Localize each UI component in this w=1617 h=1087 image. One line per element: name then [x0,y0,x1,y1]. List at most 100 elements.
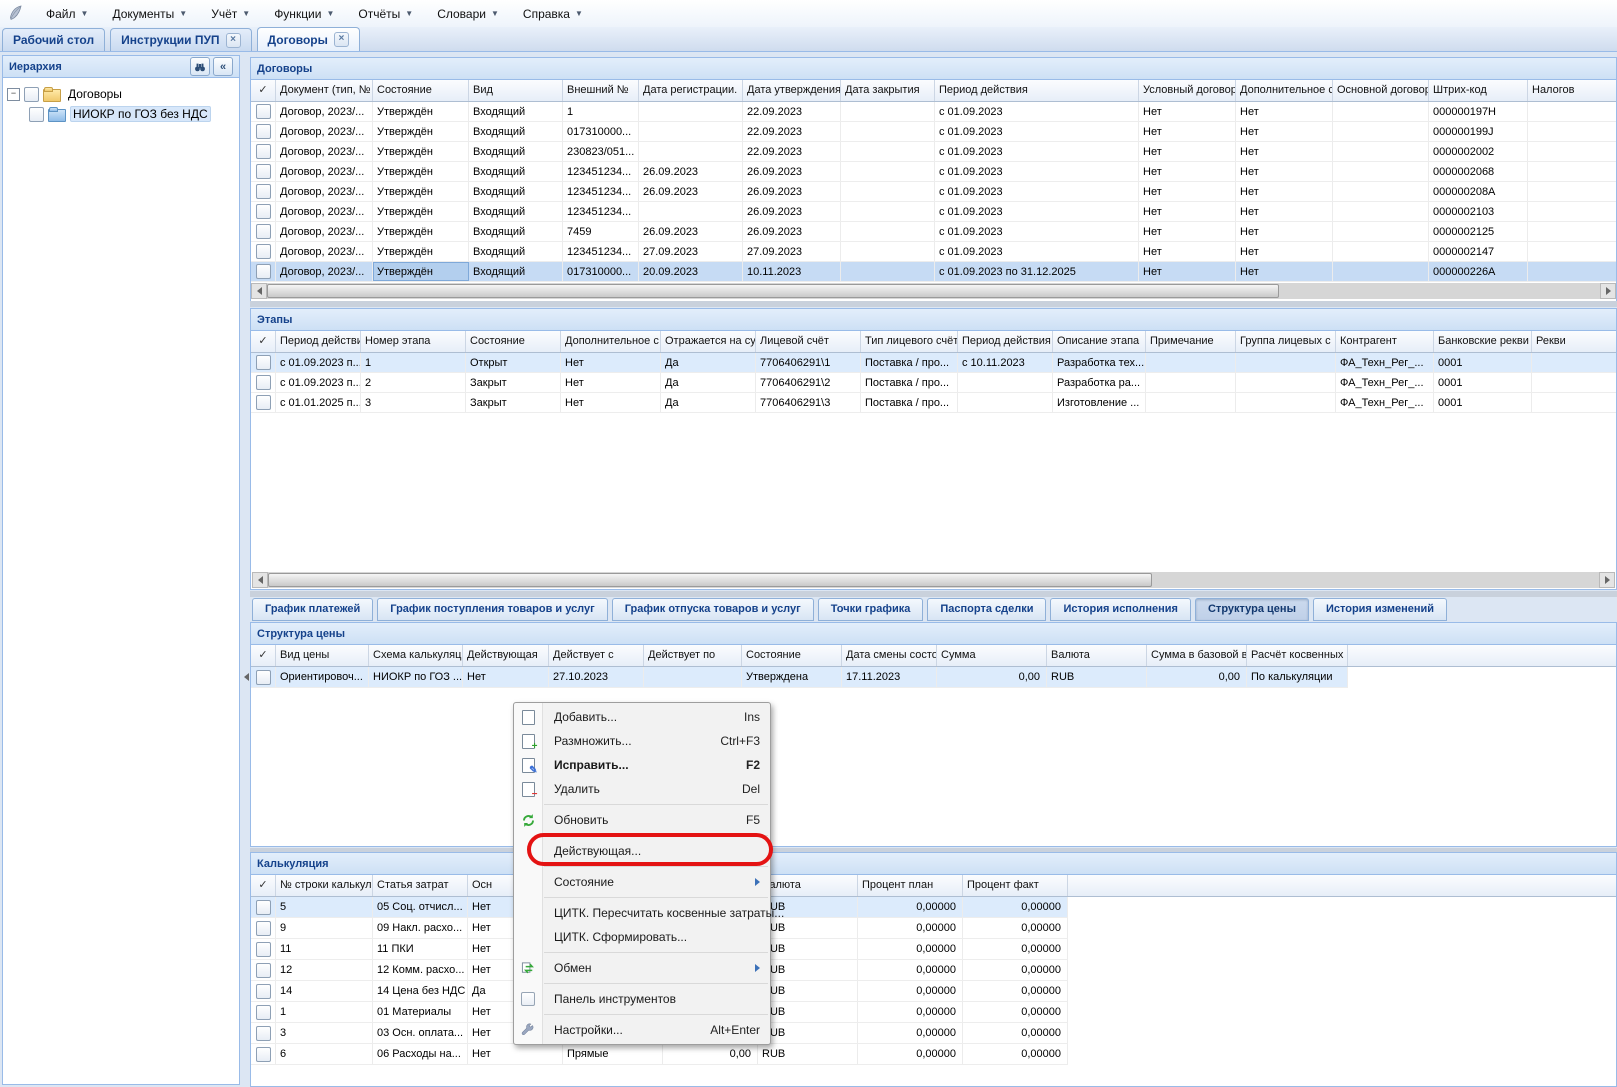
grid-cell[interactable] [639,142,743,161]
grid-cell[interactable]: Поставка / про... [861,393,958,412]
grid-cell[interactable] [1146,393,1236,412]
grid-cell[interactable]: 3 [276,1023,373,1043]
grid-cell[interactable] [841,102,935,121]
row-checkbox[interactable] [256,184,271,199]
grid-cell[interactable]: 22.09.2023 [743,142,841,161]
grid-cell[interactable] [1146,373,1236,392]
detail-tab[interactable]: История исполнения [1050,598,1191,621]
column-header[interactable]: Период действия.. [276,331,361,352]
grid-cell[interactable]: Поставка / про... [861,373,958,392]
row-checkbox[interactable] [256,264,271,279]
grid-cell[interactable]: 27.10.2023 [549,667,644,687]
grid-cell[interactable]: 26.09.2023 [743,202,841,221]
grid-cell[interactable]: Да [661,353,756,372]
context-menu-item[interactable]: Действующая... [514,839,770,863]
tree-checkbox[interactable] [29,107,44,122]
grid-cell[interactable]: 26.09.2023 [743,182,841,201]
grid-cell[interactable]: 01 Материалы [373,1002,468,1022]
grid-cell[interactable]: 12 Комм. расхо... [373,960,468,980]
grid-cell[interactable]: 0,00 [937,667,1047,687]
main-tab[interactable]: Инструкции ПУП× [110,28,251,51]
grid-cell[interactable] [1528,142,1617,161]
grid-cell[interactable]: с 01.09.2023 п... [276,373,361,392]
menubar-item[interactable]: Документы▼ [100,0,199,27]
row-checkbox[interactable] [256,942,271,957]
grid-cell[interactable]: 2 [361,373,466,392]
grid-cell[interactable]: с 01.09.2023 [935,102,1139,121]
column-header[interactable]: Дата смены состоя [842,645,937,666]
column-header[interactable]: Вид цены [276,645,369,666]
column-header[interactable]: Дата утверждения [743,80,841,101]
grid-cell[interactable]: с 01.09.2023 п... [276,353,361,372]
grid-cell[interactable]: Утверждена [742,667,842,687]
grid-cell[interactable]: 3 [361,393,466,412]
grid-cell[interactable]: RUB [1047,667,1147,687]
grid-cell[interactable]: Нет [1236,202,1333,221]
grid-cell[interactable]: Открыт [466,353,561,372]
grid-cell[interactable]: Поставка / про... [861,353,958,372]
context-menu-item[interactable]: ЦИТК. Сформировать... [514,925,770,949]
scroll-left-button[interactable] [251,283,267,299]
grid-cell[interactable]: Договор, 2023/... [276,202,373,221]
grid-cell[interactable]: Утверждён [373,122,469,141]
menubar-item[interactable]: Файл▼ [34,0,100,27]
grid-cell[interactable]: Входящий [469,202,563,221]
row-checkbox[interactable] [256,224,271,239]
close-icon[interactable]: × [334,32,349,47]
row-checkbox[interactable] [256,124,271,139]
grid-cell[interactable]: Ориентировоч... [276,667,369,687]
grid-cell[interactable]: 14 Цена без НДС [373,981,468,1001]
grid-cell[interactable]: Входящий [469,162,563,181]
grid-cell[interactable]: 230823/051... [563,142,639,161]
grid-cell[interactable]: 0,00000 [963,981,1068,1001]
column-header[interactable]: № строки калькул [276,875,373,896]
grid-cell[interactable]: Нет [561,353,661,372]
grid-cell[interactable]: с 01.09.2023 [935,222,1139,241]
scroll-right-button[interactable] [1600,283,1616,299]
grid-cell[interactable]: с 01.09.2023 [935,202,1139,221]
grid-cell[interactable]: 0000002002 [1429,142,1528,161]
grid-cell[interactable]: Утверждён [373,222,469,241]
grid-cell[interactable]: 05 Соц. отчисл... [373,897,468,917]
grid-row[interactable]: с 01.09.2023 п...1ОткрытНетДа7706406291\… [251,353,1617,373]
grid-cell[interactable]: Нет [1139,242,1236,261]
grid-cell[interactable] [841,202,935,221]
grid-cell[interactable]: Нет [1139,222,1236,241]
grid-cell[interactable]: Входящий [469,262,563,281]
context-menu-item[interactable]: ✎Исправить...F2 [514,753,770,777]
grid-cell[interactable] [841,242,935,261]
grid-cell[interactable]: Закрыт [466,393,561,412]
grid-cell[interactable] [1528,102,1617,121]
grid-cell[interactable]: 17.11.2023 [842,667,937,687]
grid-cell[interactable]: 14 [276,981,373,1001]
row-checkbox[interactable] [256,900,271,915]
grid-cell[interactable]: 1 [563,102,639,121]
grid-cell[interactable]: с 01.09.2023 [935,242,1139,261]
column-header[interactable]: Внешний № [563,80,639,101]
column-header[interactable]: Группа лицевых с [1236,331,1336,352]
grid-cell[interactable]: Нет [463,667,549,687]
grid-cell[interactable] [1236,373,1336,392]
grid-cell[interactable]: 0,00000 [963,939,1068,959]
column-header[interactable]: Сумма [937,645,1047,666]
contracts-hscrollbar[interactable] [251,283,1616,299]
grid-cell[interactable] [1532,353,1617,372]
column-header[interactable]: Номер этапа [361,331,466,352]
grid-cell[interactable] [639,202,743,221]
grid-cell[interactable] [1528,162,1617,181]
grid-row[interactable]: с 01.01.2025 п...3ЗакрытНетДа7706406291\… [251,393,1617,413]
context-menu-item[interactable]: ЦИТК. Пересчитать косвенные затраты... [514,901,770,925]
grid-cell[interactable] [841,262,935,281]
grid-cell[interactable]: 7706406291\2 [756,373,861,392]
grid-cell[interactable]: 27.09.2023 [743,242,841,261]
grid-row[interactable]: Ориентировоч...НИОКР по ГОЗ ...Нет27.10.… [251,667,1348,688]
grid-cell[interactable] [1236,353,1336,372]
grid-cell[interactable]: Нет [1236,242,1333,261]
grid-cell[interactable]: Утверждён [373,142,469,161]
grid-cell[interactable]: Утверждён [373,202,469,221]
grid-cell[interactable]: 123451234... [563,202,639,221]
grid-cell[interactable]: Нет [1139,262,1236,281]
grid-cell[interactable]: Входящий [469,182,563,201]
grid-cell[interactable]: По калькуляции [1247,667,1348,687]
grid-cell[interactable]: 000000199J [1429,122,1528,141]
